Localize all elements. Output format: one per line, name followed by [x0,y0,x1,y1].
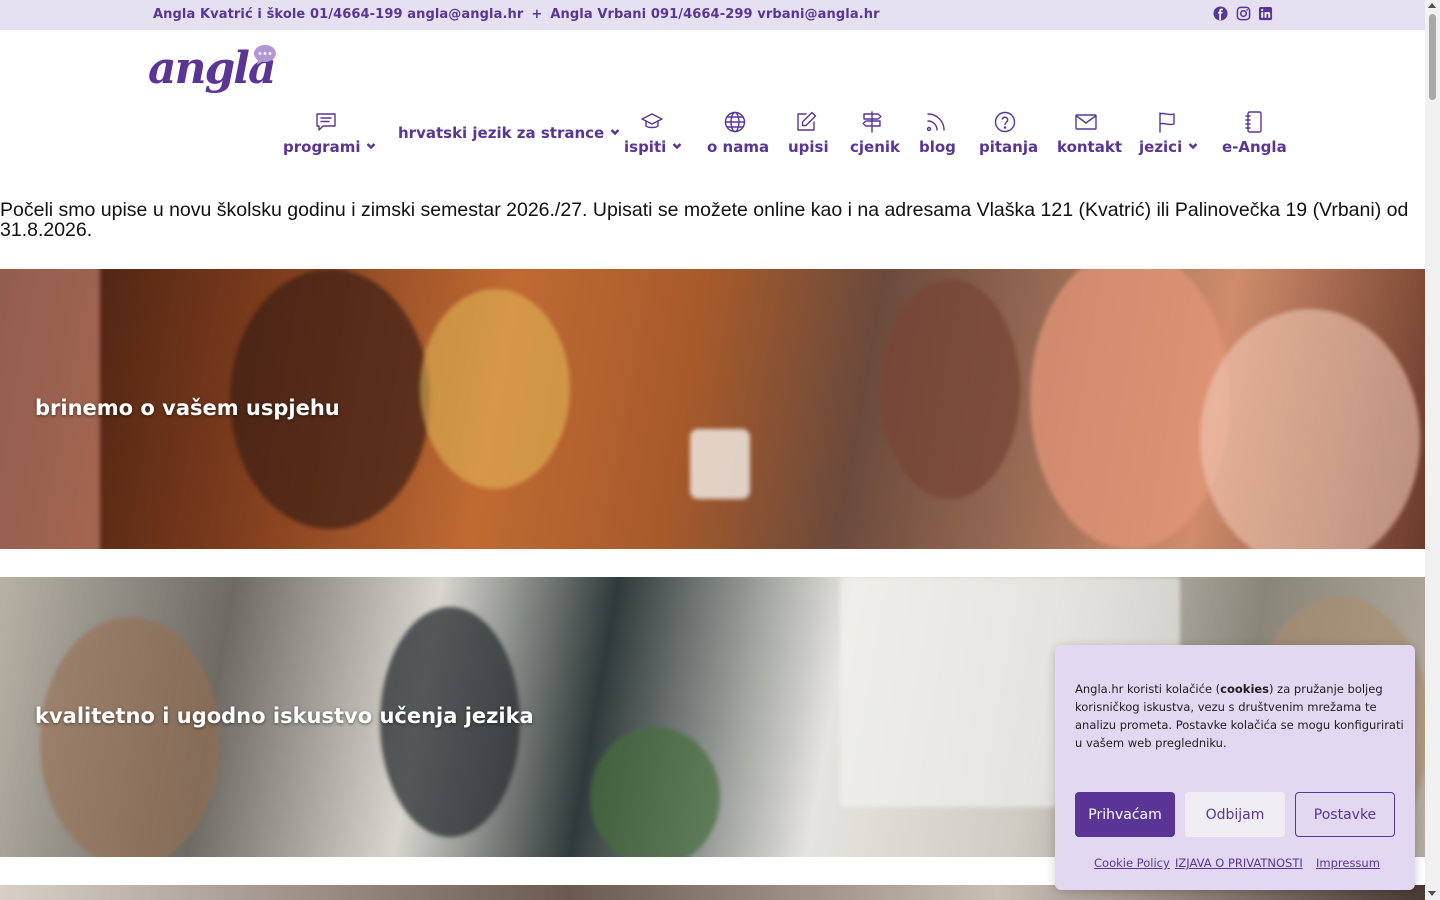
instagram-icon[interactable] [1236,6,1251,21]
nav-item-pitanja[interactable]: pitanja [979,110,1038,162]
scroll-up-arrow[interactable] [1428,3,1436,8]
chevron-down-icon [672,141,682,151]
nav-item-jezici[interactable]: jezici [1139,110,1198,162]
impressum-link[interactable]: Impressum [1316,856,1380,870]
notebook-icon [1242,110,1266,134]
cookie-message: Angla.hr koristi kolačiće (cookies) za p… [1075,680,1405,752]
nav-label-blog: blog [919,138,956,156]
banner-photo-shape [690,429,750,499]
hero-banner-1[interactable]: brinemo o vašem uspjehu [0,269,1425,549]
nav-label-o-nama: o nama [707,138,770,156]
nav-item-hrvatski[interactable]: hrvatski jezik za strance [398,124,620,176]
chevron-down-icon [1188,141,1198,151]
cookie-text-before: Angla.hr koristi kolačiće ( [1075,682,1221,696]
site-logo[interactable]: angla [148,44,280,98]
nav-label-cjenik: cjenik [850,138,901,156]
banner-photo-shape [590,727,720,857]
nav-item-o-nama[interactable]: o nama [707,110,769,162]
banner-photo-shape [420,289,570,489]
nav-label-e-angla: e-Angla [1222,138,1287,156]
chevron-down-icon [610,127,620,137]
cookie-policy-link[interactable]: Cookie Policy [1094,856,1170,870]
cookie-text-bold: cookies [1220,682,1270,696]
enrollment-announcement: Počeli smo upise u novu školsku godinu i… [0,199,1409,241]
contact-vrbani[interactable]: Angla Vrbani 091/4664-299 vrbani@angla.h… [550,7,879,22]
nav-label-jezici: jezici [1139,138,1183,156]
banner-photo-shape [40,617,220,857]
privacy-statement-link[interactable]: IZJAVA O PRIVATNOSTI [1175,856,1303,870]
banner-photo-shape [880,279,1020,499]
scroll-down-arrow[interactable] [1428,891,1436,896]
linkedin-icon[interactable] [1258,6,1273,21]
flag-icon [1155,110,1179,134]
banner-caption-1: brinemo o vašem uspjehu [35,396,340,420]
facebook-icon[interactable] [1213,6,1228,21]
signpost-icon [860,110,884,134]
top-contact-bar: Angla Kvatrić i škole 01/4664-199 angla@… [0,0,1425,30]
question-icon [993,110,1017,134]
cookie-settings-button[interactable]: Postavke [1295,792,1395,837]
banner-photo-shape [1200,309,1420,549]
scroll-thumb[interactable] [1429,14,1436,100]
nav-label-pitanja: pitanja [979,138,1039,156]
accept-cookies-button[interactable]: Prihvaćam [1075,792,1175,837]
nav-label-ispiti: ispiti [624,138,667,156]
mail-icon [1074,110,1098,134]
nav-label-hrvatski: hrvatski jezik za strance [398,124,605,142]
contact-kvatric[interactable]: Angla Kvatrić i škole 01/4664-199 angla@… [153,7,523,22]
graduation-cap-icon [640,110,664,134]
nav-item-cjenik[interactable]: cjenik [850,110,900,162]
nav-item-kontakt[interactable]: kontakt [1057,110,1122,162]
contact-info: Angla Kvatrić i škole 01/4664-199 angla@… [153,7,880,22]
page-scrollbar[interactable] [1425,0,1440,900]
globe-icon [723,110,747,134]
banner-caption-2: kvalitetno i ugodno iskustvo učenja jezi… [35,704,534,728]
edit-icon [794,110,818,134]
chat-icon [314,110,338,134]
nav-label-upisi: upisi [788,138,829,156]
chevron-down-icon [366,141,376,151]
nav-item-upisi[interactable]: upisi [788,110,829,162]
nav-label-kontakt: kontakt [1057,138,1122,156]
reject-cookies-button[interactable]: Odbijam [1185,792,1285,837]
nav-label-programi: programi [283,138,361,156]
rss-icon [924,110,948,134]
nav-item-blog[interactable]: blog [919,110,956,162]
cookie-consent-panel: Angla.hr koristi kolačiće (cookies) za p… [1055,645,1415,890]
contact-separator: + [531,7,543,22]
nav-item-programi[interactable]: programi [283,110,376,162]
nav-item-ispiti[interactable]: ispiti [624,110,682,162]
nav-item-e-angla[interactable]: e-Angla [1222,110,1287,162]
speech-bubble-icon [253,44,277,66]
banner-photo-shape [1030,269,1230,549]
